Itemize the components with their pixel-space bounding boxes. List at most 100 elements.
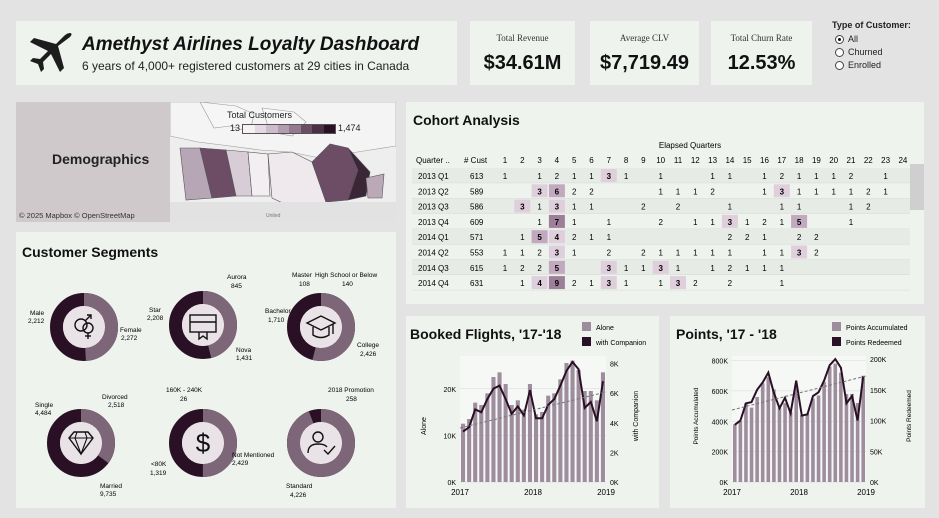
cohort-cell[interactable]: 1 xyxy=(710,218,715,227)
points-chart[interactable]: Points Accumulated Points Redeemed 0K 200… xyxy=(670,316,925,508)
cohort-cell[interactable]: 1 xyxy=(780,218,785,227)
cohort-cell[interactable]: 1 xyxy=(537,218,542,227)
bar[interactable] xyxy=(564,363,569,482)
table-scrollbar[interactable] xyxy=(910,164,924,210)
cohort-cell[interactable]: 1 xyxy=(762,172,767,181)
cohort-cell[interactable]: 1 xyxy=(676,187,681,196)
cohort-cell[interactable]: 1 xyxy=(589,203,594,212)
bar[interactable] xyxy=(570,360,575,482)
cohort-cell[interactable]: 1 xyxy=(728,172,733,181)
cohort-cell[interactable]: 1 xyxy=(710,172,715,181)
cohort-cell[interactable]: 1 xyxy=(572,203,577,212)
row-quarter[interactable]: 2014 Q4 xyxy=(418,279,449,288)
cohort-cell[interactable]: 1 xyxy=(624,279,629,288)
cohort-cell[interactable]: 1 xyxy=(520,279,525,288)
cohort-cell[interactable]: 1 xyxy=(693,249,698,258)
cohort-cell[interactable]: 2 xyxy=(710,187,715,196)
cohort-cell[interactable]: 3 xyxy=(607,279,612,288)
bar[interactable] xyxy=(844,393,849,482)
cohort-cell[interactable]: 1 xyxy=(728,203,733,212)
bar[interactable] xyxy=(788,412,793,482)
cohort-cell[interactable]: 3 xyxy=(520,203,525,212)
cohort-cell[interactable]: 1 xyxy=(503,264,508,273)
bar[interactable] xyxy=(805,413,810,482)
cohort-cell[interactable]: 2 xyxy=(589,187,594,196)
radio-icon[interactable] xyxy=(835,60,844,70)
donut-loyalty-card[interactable]: Aurora 845 Star 2,208 Nova 1,431 xyxy=(147,274,253,362)
cohort-cell[interactable]: 2 xyxy=(641,249,646,258)
bar[interactable] xyxy=(515,400,520,482)
cohort-cell[interactable]: 1 xyxy=(589,233,594,242)
cohort-cell[interactable]: 2 xyxy=(814,233,819,242)
cohort-cell[interactable]: 3 xyxy=(537,187,542,196)
map-attribution[interactable]: © 2025 Mapbox © OpenStreetMap xyxy=(19,211,135,220)
cohort-cell[interactable]: 5 xyxy=(797,218,802,227)
bar[interactable] xyxy=(534,414,539,482)
cohort-cell[interactable]: 1 xyxy=(831,187,836,196)
donut-marital-status[interactable]: Single 4,484 Divorced 2,518 Married 9,73… xyxy=(35,394,128,498)
bar[interactable] xyxy=(783,403,787,482)
cohort-cell[interactable]: 1 xyxy=(572,172,577,181)
demographics-map-panel[interactable]: United Demographics © 2025 Mapbox © Open… xyxy=(16,102,396,222)
cohort-cell[interactable]: 1 xyxy=(589,172,594,181)
cohort-cell[interactable]: 1 xyxy=(658,279,663,288)
donut-education[interactable]: Master 108 High School or Below 140 Bach… xyxy=(265,272,379,361)
bar[interactable] xyxy=(461,423,466,482)
canada-map[interactable]: United xyxy=(170,102,396,222)
cohort-cell[interactable]: 1 xyxy=(658,187,663,196)
cohort-cell[interactable]: 1 xyxy=(641,264,646,273)
cohort-cell[interactable]: 1 xyxy=(849,203,854,212)
row-quarter[interactable]: 2013 Q3 xyxy=(418,203,449,212)
cohort-cell[interactable]: 6 xyxy=(555,187,560,196)
donut-income[interactable]: $ 160K - 240K 26 <80K 1,319 Not Mentione… xyxy=(150,387,275,477)
cohort-cell[interactable]: 4 xyxy=(555,233,560,242)
cohort-cell[interactable]: 3 xyxy=(658,264,663,273)
cohort-cell[interactable]: 2 xyxy=(537,264,542,273)
cohort-cell[interactable]: 2 xyxy=(572,279,577,288)
bar[interactable] xyxy=(733,424,737,482)
bar[interactable] xyxy=(766,377,771,482)
cohort-cell[interactable]: 2 xyxy=(762,218,767,227)
cohort-cell[interactable]: 1 xyxy=(780,264,785,273)
cohort-cell[interactable]: 1 xyxy=(572,218,577,227)
cohort-cell[interactable]: 3 xyxy=(555,249,560,258)
bar[interactable] xyxy=(576,370,581,482)
bar[interactable] xyxy=(744,403,748,482)
cohort-cell[interactable]: 2 xyxy=(780,172,785,181)
cohort-cell[interactable]: 1 xyxy=(762,187,767,196)
bar[interactable] xyxy=(760,383,765,482)
cohort-cell[interactable]: 3 xyxy=(728,218,733,227)
cohort-cell[interactable]: 1 xyxy=(849,187,854,196)
filter-option-all[interactable]: All xyxy=(835,34,932,44)
bar[interactable] xyxy=(822,381,826,482)
cohort-cell[interactable]: 3 xyxy=(607,264,612,273)
cohort-cell[interactable]: 1 xyxy=(745,218,750,227)
cohort-cell[interactable]: 2 xyxy=(555,172,560,181)
bar[interactable] xyxy=(749,407,754,482)
row-quarter[interactable]: 2013 Q1 xyxy=(418,172,449,181)
cohort-cell[interactable]: 1 xyxy=(797,187,802,196)
cohort-cell[interactable]: 1 xyxy=(780,203,785,212)
cohort-cell[interactable]: 1 xyxy=(520,249,525,258)
cohort-cell[interactable]: 1 xyxy=(658,172,663,181)
cohort-cell[interactable]: 1 xyxy=(728,249,733,258)
cohort-cell[interactable]: 1 xyxy=(814,187,819,196)
cohort-cell[interactable]: 2 xyxy=(520,264,525,273)
bar[interactable] xyxy=(552,393,557,482)
bar[interactable] xyxy=(509,405,514,482)
cohort-cell[interactable]: 1 xyxy=(624,264,629,273)
cohort-cell[interactable]: 2 xyxy=(658,218,663,227)
cohort-cell[interactable]: 1 xyxy=(849,218,854,227)
cohort-cell[interactable]: 1 xyxy=(537,203,542,212)
booked-flights-chart[interactable]: Alone with Companion 0K 10K 20K 0K 2K 4K 6K 8K 2… xyxy=(406,316,659,508)
cohort-cell[interactable]: 1 xyxy=(883,172,888,181)
cohort-cell[interactable]: 2 xyxy=(676,203,681,212)
cohort-cell[interactable]: 4 xyxy=(537,279,542,288)
bar[interactable] xyxy=(833,363,838,482)
cohort-cell[interactable]: 7 xyxy=(555,218,560,227)
cohort-cell[interactable]: 1 xyxy=(797,203,802,212)
cohort-cell[interactable]: 1 xyxy=(676,249,681,258)
cohort-cell[interactable]: 2 xyxy=(797,233,802,242)
cohort-cell[interactable]: 1 xyxy=(780,279,785,288)
cohort-cell[interactable]: 1 xyxy=(658,249,663,258)
